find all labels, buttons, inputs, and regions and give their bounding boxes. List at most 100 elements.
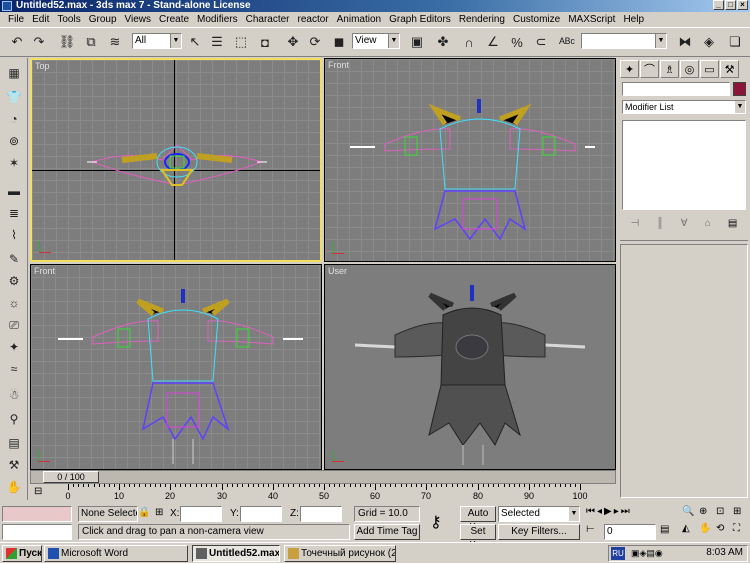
walk-icon[interactable]: ⚲: [5, 410, 23, 428]
select-and-manipulate-icon[interactable]: ✤: [434, 33, 452, 51]
viewport-front-1[interactable]: Front: [324, 58, 616, 262]
stack-icon[interactable]: ≣: [5, 204, 23, 222]
menu-create[interactable]: Create: [155, 14, 193, 25]
remove-modifier-icon[interactable]: ⌂: [705, 218, 711, 229]
select-and-link-icon[interactable]: ⛓: [58, 33, 76, 51]
menu-graph-editors[interactable]: Graph Editors: [385, 14, 455, 25]
select-and-scale-icon[interactable]: ◼: [330, 33, 348, 51]
taskbar-item-bitmap[interactable]: Точечный рисунок (2)....: [284, 545, 396, 562]
mirror-icon[interactable]: ⧓: [676, 33, 694, 51]
track-bar[interactable]: 0 10 20 30 40 50 60 70 80 90 100: [65, 484, 588, 504]
previous-frame-icon[interactable]: ◂: [597, 506, 602, 522]
angle-snap-icon[interactable]: ∠: [484, 33, 502, 51]
add-time-tag-button[interactable]: Add Time Tag: [354, 524, 420, 540]
select-and-move-icon[interactable]: ✥: [284, 33, 302, 51]
redo-icon[interactable]: ↷: [30, 33, 48, 51]
sphere-icon[interactable]: ◔: [5, 110, 23, 128]
pan-icon[interactable]: ✋: [699, 523, 715, 539]
z-coordinate-field[interactable]: [300, 506, 342, 522]
viewport-label[interactable]: Front: [34, 266, 55, 276]
menu-help[interactable]: Help: [619, 14, 648, 25]
modifier-list-dropdown[interactable]: Modifier List ▼: [622, 100, 746, 114]
maxscript-listener-mini[interactable]: [2, 506, 72, 522]
bone-icon[interactable]: ⌇: [5, 226, 23, 244]
start-button[interactable]: Пуск: [2, 545, 42, 562]
pen-icon[interactable]: ✎: [5, 250, 23, 268]
zoom-extents-all-icon[interactable]: ⊞: [733, 506, 749, 522]
field-of-view-icon[interactable]: ◭: [682, 523, 698, 539]
taskbar-item-word[interactable]: Microsoft Word: [44, 545, 188, 562]
display-tab-icon[interactable]: ▭: [700, 60, 719, 78]
menu-animation[interactable]: Animation: [333, 14, 385, 25]
go-to-start-icon[interactable]: ⏮: [586, 506, 595, 522]
selection-filter-dropdown[interactable]: All ▼: [132, 33, 182, 49]
modify-tab-icon[interactable]: ⌒: [640, 60, 659, 78]
viewport-top[interactable]: Top: [30, 58, 322, 262]
key-mode-dropdown[interactable]: Selected ▼: [498, 506, 580, 522]
minimize-button[interactable]: _: [713, 0, 724, 10]
menu-reactor[interactable]: reactor: [294, 14, 333, 25]
window-crossing-icon[interactable]: ◘: [256, 33, 274, 51]
pivot-center-icon[interactable]: ▣: [408, 33, 426, 51]
mug-icon[interactable]: ▤: [5, 434, 23, 452]
go-to-end-icon[interactable]: ⏭: [621, 506, 630, 522]
object-name-field[interactable]: [622, 82, 730, 96]
time-slider-thumb[interactable]: 0 / 100: [43, 471, 99, 483]
maximize-button[interactable]: □: [725, 0, 736, 10]
named-selection-sets-dropdown[interactable]: ▼: [581, 33, 667, 49]
spinner-snap-icon[interactable]: ⊂: [532, 33, 550, 51]
utilities-tab-icon[interactable]: ⚒: [720, 60, 739, 78]
light-icon[interactable]: ☼: [5, 294, 23, 312]
zoom-all-icon[interactable]: ⊕: [699, 506, 715, 522]
wrench-icon[interactable]: ⚙: [5, 272, 23, 290]
undo-icon[interactable]: ↶: [8, 33, 26, 51]
y-coordinate-field[interactable]: [240, 506, 282, 522]
bind-space-warp-icon[interactable]: ≋: [106, 33, 124, 51]
pin-stack-icon[interactable]: ⊣: [631, 218, 640, 229]
time-configuration-icon[interactable]: ▤: [660, 524, 672, 540]
select-and-rotate-icon[interactable]: ⟳: [306, 33, 324, 51]
menu-group[interactable]: Group: [85, 14, 121, 25]
edit-named-selections-icon[interactable]: ᴬᴮᶜ: [558, 33, 576, 51]
configure-modifier-sets-icon[interactable]: ▤: [728, 218, 737, 229]
auto-key-button[interactable]: Auto Key: [460, 506, 496, 533]
menu-edit[interactable]: Edit: [28, 14, 53, 25]
play-icon[interactable]: ▶: [604, 506, 612, 522]
open-mini-curve-editor-icon[interactable]: ⊟: [34, 486, 54, 500]
boxes-icon[interactable]: ▦: [5, 64, 23, 82]
show-end-result-icon[interactable]: ║: [656, 218, 663, 229]
wave-icon[interactable]: ≈: [5, 360, 23, 378]
arc-rotate-icon[interactable]: ⟲: [716, 523, 732, 539]
viewport-label[interactable]: User: [328, 266, 347, 276]
snaps-toggle-icon[interactable]: ∩: [460, 33, 478, 51]
align-icon[interactable]: ◈: [700, 33, 718, 51]
zoom-icon[interactable]: 🔍: [682, 506, 698, 522]
key-mode-toggle-icon[interactable]: ⊢: [586, 524, 600, 540]
key-filters-button[interactable]: Key Filters...: [498, 524, 580, 540]
figure-icon[interactable]: ☃: [5, 386, 23, 404]
x-coordinate-field[interactable]: [180, 506, 222, 522]
cylinder-icon[interactable]: ⊚: [5, 132, 23, 150]
viewport-user[interactable]: User: [324, 264, 616, 470]
time-slider[interactable]: 0 / 100: [30, 470, 616, 484]
menu-views[interactable]: Views: [121, 14, 156, 25]
select-object-icon[interactable]: ↖: [186, 33, 204, 51]
create-tab-icon[interactable]: ✦: [620, 60, 639, 78]
set-key-button[interactable]: Set Key: [460, 524, 496, 551]
motion-tab-icon[interactable]: ◎: [680, 60, 699, 78]
rectangular-selection-icon[interactable]: ⬚: [232, 33, 250, 51]
make-unique-icon[interactable]: ∀: [681, 218, 688, 229]
next-frame-icon[interactable]: ▸: [614, 506, 619, 522]
star-icon[interactable]: ✶: [5, 154, 23, 172]
menu-maxscript[interactable]: MAXScript: [564, 14, 619, 25]
percent-snap-icon[interactable]: %: [508, 33, 526, 51]
menu-tools[interactable]: Tools: [53, 14, 84, 25]
menu-character[interactable]: Character: [242, 14, 294, 25]
modifier-stack-list[interactable]: [622, 120, 746, 210]
maximize-viewport-icon[interactable]: ⛶: [733, 523, 749, 539]
viewport-front-2[interactable]: Front: [30, 264, 322, 470]
camera-icon[interactable]: ⎚: [5, 316, 23, 334]
menu-file[interactable]: File: [4, 14, 28, 25]
tshirt-icon[interactable]: 👕: [5, 88, 23, 106]
taskbar-item-3dsmax[interactable]: Untitled52.max - 3ds ...: [192, 545, 280, 562]
